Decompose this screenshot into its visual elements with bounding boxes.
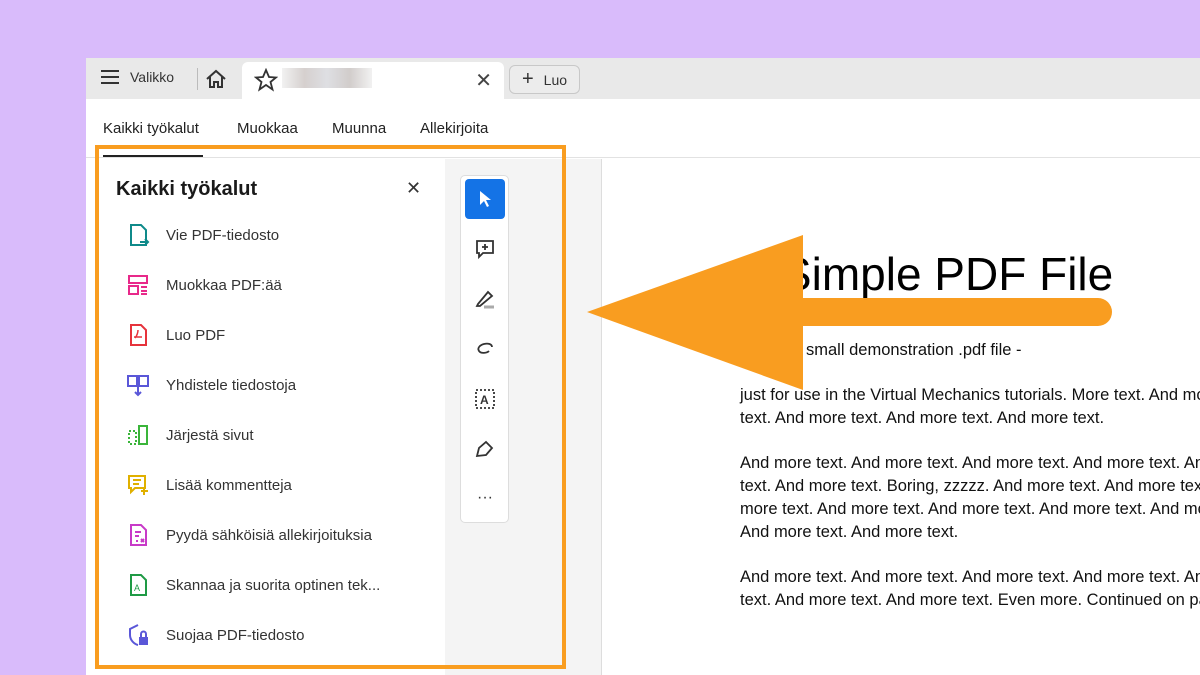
arrow-annotation <box>0 0 1200 675</box>
